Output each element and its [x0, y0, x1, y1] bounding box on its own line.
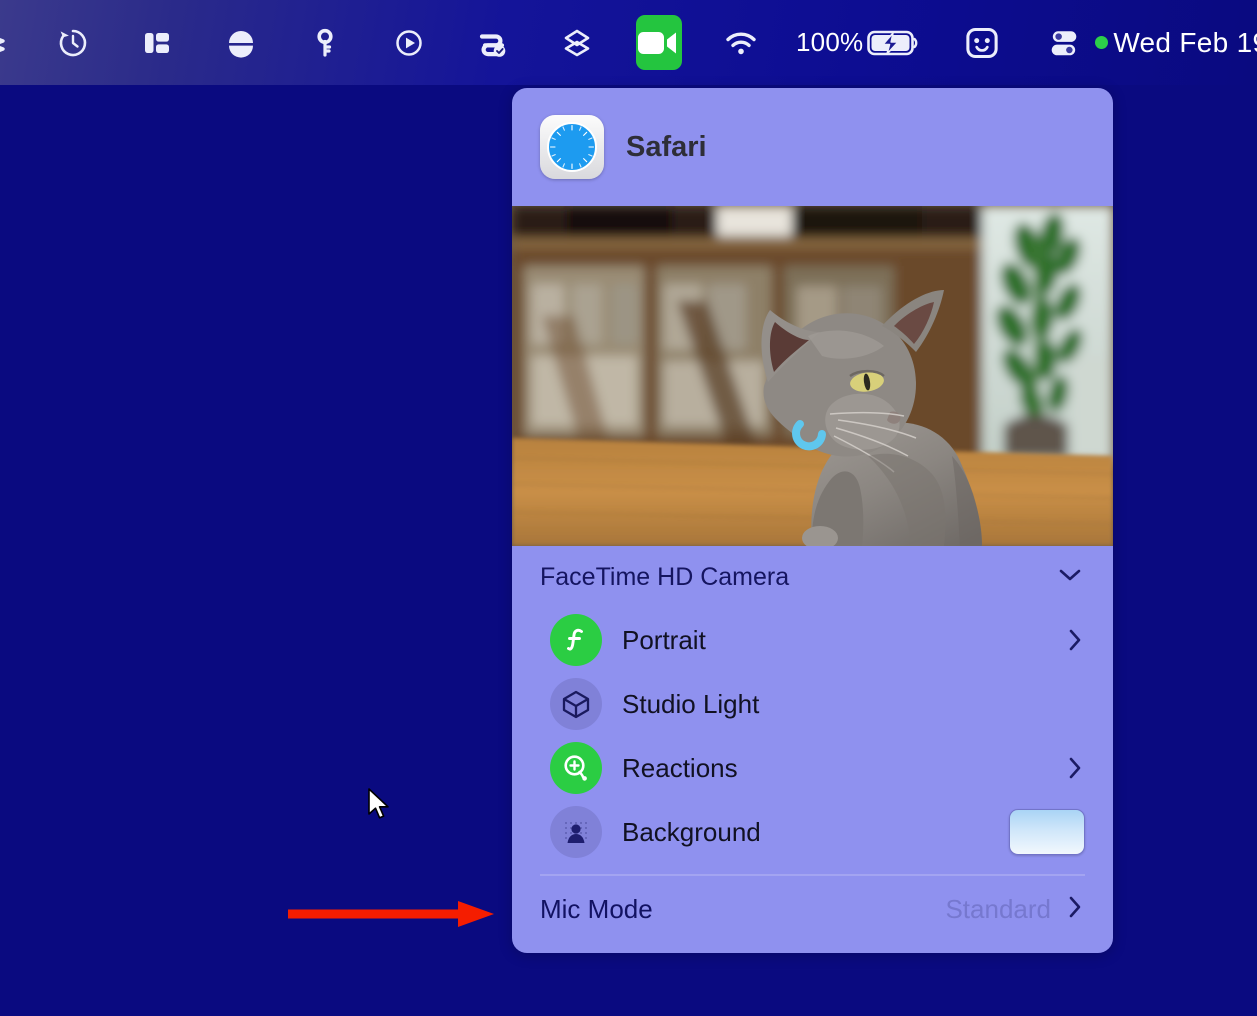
camera-device-row[interactable]: FaceTime HD Camera — [512, 546, 1113, 608]
option-row-portrait[interactable]: Portrait — [512, 608, 1113, 672]
option-row-background[interactable]: Background — [512, 800, 1113, 864]
battery-charging-icon[interactable] — [863, 0, 925, 85]
safari-compass-icon — [540, 115, 604, 179]
panel-header: Safari — [512, 88, 1113, 206]
layers-stack-icon[interactable] — [548, 0, 606, 85]
key-icon[interactable] — [296, 0, 354, 85]
play-circle-icon[interactable] — [380, 0, 438, 85]
option-label: Background — [622, 817, 1009, 848]
background-person-icon — [550, 806, 602, 858]
sidebar-layout-icon[interactable] — [128, 0, 186, 85]
control-center-icon[interactable] — [1039, 0, 1089, 85]
studio-light-cube-icon — [550, 678, 602, 730]
portrait-f-icon — [550, 614, 602, 666]
chevron-right-icon[interactable] — [1065, 892, 1085, 927]
mic-mode-row[interactable]: Mic Mode Standard — [512, 876, 1113, 944]
smiley-face-icon[interactable] — [951, 0, 1013, 85]
cut-partial-icon[interactable] — [0, 0, 18, 85]
option-label: Studio Light — [622, 689, 1085, 720]
clock-text: Wed Feb 19 16:13 — [1113, 27, 1257, 59]
reactions-plus-icon — [550, 742, 602, 794]
camera-video-preview — [512, 206, 1113, 546]
app-name-label: Safari — [626, 131, 707, 164]
video-effects-panel: Safari — [512, 88, 1113, 953]
chevron-right-icon[interactable] — [1065, 753, 1085, 783]
mic-mode-value: Standard — [945, 894, 1051, 925]
menu-bar: 100% Wed Feb 19 — [0, 0, 1257, 85]
battery-percent-label: 100% — [796, 0, 863, 85]
expressvpn-check-icon[interactable] — [464, 0, 522, 85]
split-circle-icon[interactable] — [212, 0, 270, 85]
chevron-right-icon[interactable] — [1065, 625, 1085, 655]
background-blur-swatch[interactable] — [1009, 809, 1085, 855]
recording-indicator-dot — [1089, 0, 1113, 85]
wifi-icon[interactable] — [712, 0, 770, 85]
time-machine-icon[interactable] — [44, 0, 102, 85]
chevron-down-icon[interactable] — [1055, 565, 1085, 590]
battery-percent-text: 100% — [796, 27, 863, 58]
option-label: Portrait — [622, 625, 1065, 656]
mic-mode-label: Mic Mode — [540, 894, 653, 925]
facetime-camera-button[interactable] — [636, 15, 682, 70]
option-row-studio-light[interactable]: Studio Light — [512, 672, 1113, 736]
option-label: Reactions — [622, 753, 1065, 784]
mouse-pointer-cursor — [366, 787, 392, 823]
camera-device-name: FaceTime HD Camera — [540, 563, 789, 592]
red-annotation-arrow — [288, 900, 500, 928]
menu-bar-clock[interactable]: Wed Feb 19 16:13 — [1113, 0, 1257, 85]
option-row-reactions[interactable]: Reactions — [512, 736, 1113, 800]
